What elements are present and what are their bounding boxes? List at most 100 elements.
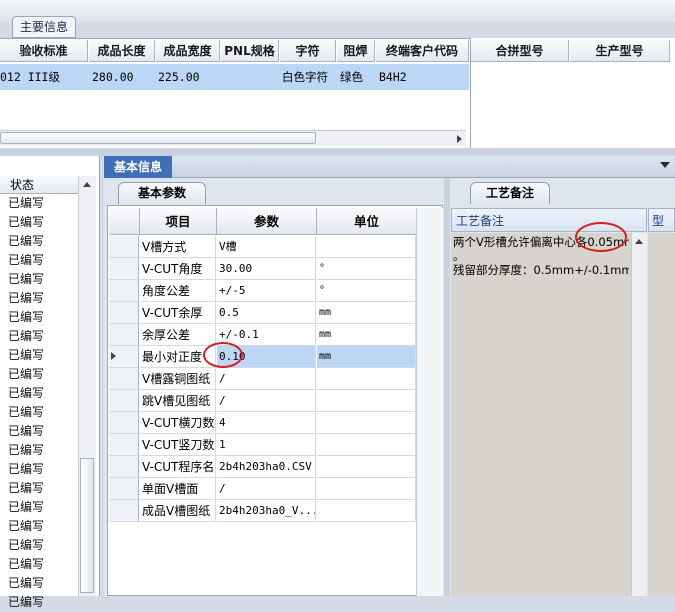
- param-item-cell: 跳V槽见图纸: [140, 390, 216, 412]
- scroll-up-icon[interactable]: [83, 182, 91, 187]
- list-item[interactable]: 已编写: [8, 327, 68, 346]
- param-unit-cell[interactable]: [317, 390, 416, 412]
- param-value-cell[interactable]: /: [217, 390, 316, 412]
- param-value-cell[interactable]: /: [217, 368, 316, 390]
- list-item[interactable]: 已编写: [8, 517, 68, 536]
- param-unit-cell[interactable]: [317, 478, 416, 500]
- scroll-right-icon[interactable]: [457, 135, 462, 143]
- list-item[interactable]: 已编写: [8, 365, 68, 384]
- param-value-cell[interactable]: /: [217, 478, 316, 500]
- list-item[interactable]: 已编写: [8, 308, 68, 327]
- row-header[interactable]: [109, 258, 139, 280]
- param-value-cell[interactable]: 1: [217, 434, 316, 456]
- tab-main-info[interactable]: 主要信息: [12, 16, 76, 38]
- param-unit-cell[interactable]: [317, 412, 416, 434]
- col-header-param[interactable]: 参数: [217, 208, 317, 235]
- param-value-cell[interactable]: +/-5: [217, 280, 316, 302]
- col-header-unit[interactable]: 单位: [317, 208, 417, 235]
- horizontal-splitter[interactable]: [0, 148, 675, 156]
- col-header-char[interactable]: 字符: [280, 40, 336, 62]
- col-header-pnl[interactable]: PNL规格: [221, 40, 279, 62]
- param-unit-cell[interactable]: °: [317, 280, 416, 302]
- param-item-cell: 角度公差: [140, 280, 216, 302]
- cell-pnl: [224, 66, 278, 88]
- param-item-cell: V-CUT横刀数: [140, 412, 216, 434]
- col-header-merge-model[interactable]: 合拼型号: [471, 40, 569, 62]
- list-item[interactable]: 已编写: [8, 441, 68, 460]
- col-header-width[interactable]: 成品宽度: [156, 40, 220, 62]
- row-header[interactable]: [109, 456, 139, 478]
- param-value-cell[interactable]: 2b4h203ha0_V...: [217, 500, 316, 522]
- list-item[interactable]: 已编写: [8, 460, 68, 479]
- col-header-customer-code[interactable]: 终端客户代码: [376, 40, 469, 62]
- param-unit-cell[interactable]: [317, 500, 416, 522]
- row-header[interactable]: [109, 324, 139, 346]
- row-header[interactable]: [109, 390, 139, 412]
- row-header[interactable]: [109, 478, 139, 500]
- col-header-length[interactable]: 成品长度: [89, 40, 155, 62]
- param-unit-cell[interactable]: [317, 456, 416, 478]
- list-item[interactable]: 已编写: [8, 232, 68, 251]
- param-unit-cell[interactable]: mm: [317, 324, 416, 346]
- chevron-down-icon[interactable]: [660, 162, 670, 168]
- row-header[interactable]: [109, 500, 139, 522]
- status-col-header[interactable]: 状态: [0, 176, 78, 194]
- basic-info-header: [104, 156, 675, 178]
- list-item[interactable]: 已编写: [8, 422, 68, 441]
- param-unit-cell[interactable]: [317, 236, 416, 258]
- param-unit-cell[interactable]: [317, 368, 416, 390]
- list-item[interactable]: 已编写: [8, 289, 68, 308]
- param-value-cell[interactable]: 30.00: [217, 258, 316, 280]
- list-item[interactable]: 已编写: [8, 479, 68, 498]
- list-item[interactable]: 已编写: [8, 536, 68, 555]
- col-header-mask[interactable]: 阻焊: [337, 40, 375, 62]
- row-header[interactable]: [109, 280, 139, 302]
- list-item[interactable]: 已编写: [8, 194, 68, 213]
- type-col-header[interactable]: 型: [648, 208, 675, 232]
- list-item[interactable]: 已编写: [8, 270, 68, 289]
- type-column-cell: [648, 233, 675, 596]
- annotation-circle: [575, 222, 627, 252]
- tab-basic-info[interactable]: 基本信息: [104, 156, 172, 178]
- param-value-cell[interactable]: 2b4h203ha0.CSV: [217, 456, 316, 478]
- row-header[interactable]: [109, 412, 139, 434]
- list-item[interactable]: 已编写: [8, 384, 68, 403]
- param-unit-cell[interactable]: mm: [317, 346, 416, 368]
- scrollbar-thumb[interactable]: [0, 132, 316, 144]
- notes-vertical-scrollbar[interactable]: [631, 233, 647, 596]
- tab-craft-notes[interactable]: 工艺备注: [470, 182, 550, 204]
- param-value-cell[interactable]: 4: [217, 412, 316, 434]
- notes-line: 残留部分厚度：0.5mm+/-0.1mm。: [453, 263, 629, 277]
- col-header-acceptance[interactable]: 验收标准: [0, 40, 88, 62]
- row-header[interactable]: [109, 434, 139, 456]
- list-item[interactable]: 已编写: [8, 498, 68, 517]
- row-header[interactable]: [109, 302, 139, 324]
- param-unit-cell[interactable]: [317, 434, 416, 456]
- list-item[interactable]: 已编写: [8, 213, 68, 232]
- tab-basic-params[interactable]: 基本参数: [118, 182, 206, 204]
- cell-acceptance: 012 III级: [0, 70, 60, 84]
- param-unit-cell[interactable]: mm: [317, 302, 416, 324]
- list-item[interactable]: 已编写: [8, 346, 68, 365]
- list-item[interactable]: 已编写: [8, 574, 68, 593]
- param-unit-cell[interactable]: °: [317, 258, 416, 280]
- cell-width: 225.00: [158, 70, 200, 84]
- col-header-production-model[interactable]: 生产型号: [570, 40, 670, 62]
- row-header[interactable]: [109, 236, 139, 258]
- param-item-cell: V槽方式: [140, 236, 216, 258]
- col-header-item[interactable]: 项目: [140, 208, 217, 235]
- top-toolbar-strip: [0, 0, 675, 22]
- craft-notes-textarea[interactable]: 两个V形槽允许偏离中心各0.05mm 。 残留部分厚度：0.5mm+/-0.1m…: [451, 233, 631, 596]
- cell-customer-code: B4H2: [379, 70, 407, 84]
- scrollbar-thumb[interactable]: [80, 458, 94, 593]
- param-item-cell: V-CUT程序名: [140, 456, 216, 478]
- list-item[interactable]: 已编写: [8, 555, 68, 574]
- param-item-cell: V槽露铜图纸: [140, 368, 216, 390]
- param-value-cell[interactable]: V槽: [217, 236, 316, 258]
- list-item[interactable]: 已编写: [8, 403, 68, 422]
- list-item[interactable]: 已编写: [8, 251, 68, 270]
- cell-mask: 绿色: [340, 70, 363, 84]
- param-value-cell[interactable]: 0.5: [217, 302, 316, 324]
- row-header[interactable]: [109, 368, 139, 390]
- scroll-up-icon[interactable]: [635, 239, 643, 244]
